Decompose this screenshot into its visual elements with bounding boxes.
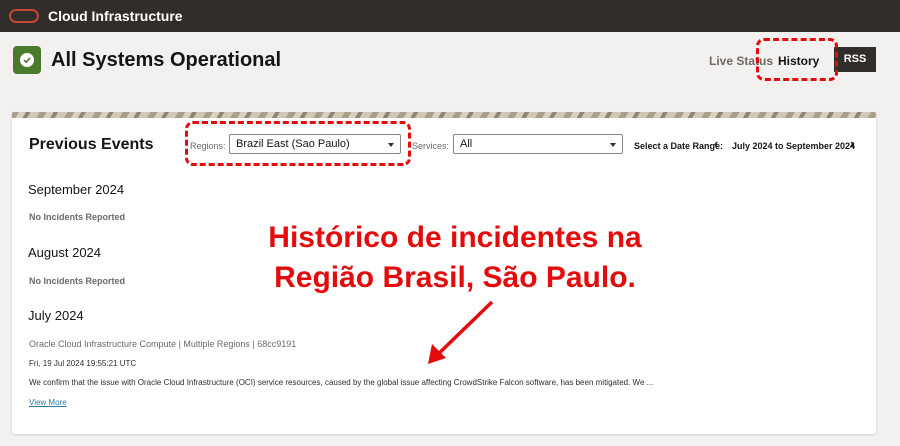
history-highlight-box	[756, 38, 838, 81]
date-range-value: July 2024 to September 2024	[732, 141, 856, 151]
page-title: All Systems Operational	[51, 49, 282, 71]
date-range-label: Select a Date Range:	[634, 141, 724, 151]
status-header: All Systems Operational Live Status RSS …	[0, 32, 900, 90]
services-select-value: All	[460, 138, 473, 150]
card-banner	[12, 112, 876, 118]
brand-title[interactable]: Cloud Infrastructure	[48, 8, 183, 24]
view-more-link[interactable]: View More	[29, 398, 67, 407]
check-circle-icon	[20, 53, 34, 67]
event-timestamp: Fri, 19 Jul 2024 19:55:21 UTC	[29, 359, 137, 368]
oracle-logo-icon[interactable]	[9, 9, 39, 23]
annotation-arrow-icon	[428, 300, 494, 364]
caret-down-icon	[610, 143, 616, 147]
month-heading: September 2024	[28, 182, 125, 197]
event-title[interactable]: Oracle Cloud Infrastructure Compute | Mu…	[29, 339, 296, 349]
no-incidents-text: No Incidents Reported	[29, 212, 126, 222]
services-label: Services:	[412, 141, 450, 151]
annotation-line-2: Região Brasil, São Paulo.	[274, 261, 636, 294]
rss-button[interactable]: RSS	[834, 47, 876, 72]
section-title: Previous Events	[29, 136, 154, 153]
status-badge	[13, 46, 41, 74]
region-highlight-box	[185, 121, 411, 166]
chevron-left-icon[interactable]: ‹	[714, 136, 718, 151]
month-heading: August 2024	[28, 245, 102, 260]
annotation-line-1: Histórico de incidentes na	[268, 221, 642, 254]
services-select[interactable]: All	[453, 134, 623, 154]
top-bar: Cloud Infrastructure	[0, 0, 900, 32]
event-description: We confirm that the issue with Oracle Cl…	[29, 378, 654, 387]
month-heading: July 2024	[28, 308, 84, 323]
annotation-callout: Histórico de incidentes na Região Brasil…	[260, 218, 650, 298]
chevron-right-icon[interactable]: ›	[850, 136, 854, 151]
no-incidents-text: No Incidents Reported	[29, 276, 126, 286]
